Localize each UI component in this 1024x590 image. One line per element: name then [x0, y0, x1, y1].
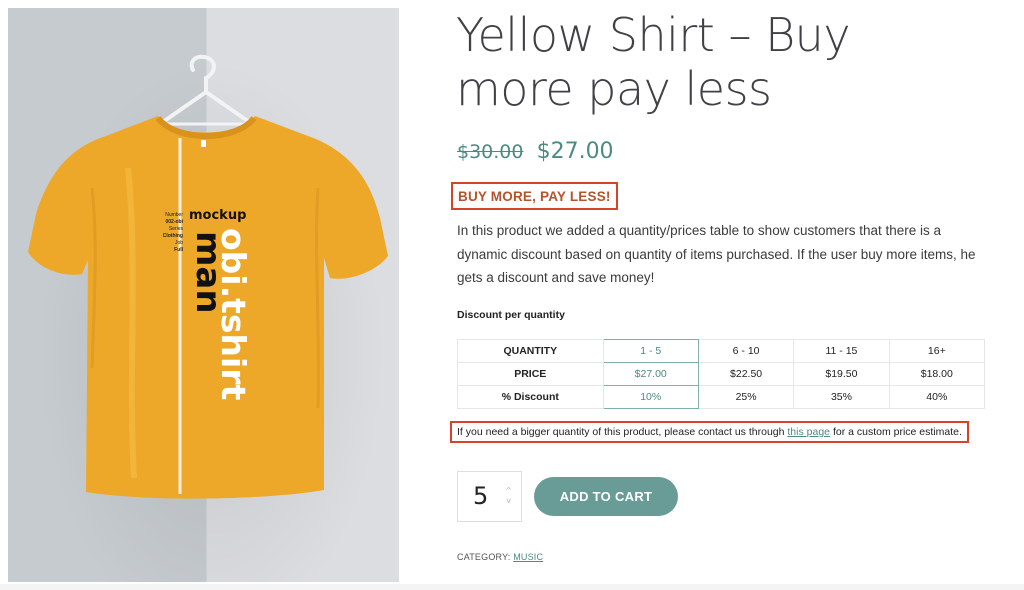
table-cell: 10% [602, 385, 699, 409]
table-cell: 11 - 15 [793, 339, 890, 363]
page-bottom-strip [0, 584, 1024, 590]
chevron-up-icon[interactable]: ^ [505, 486, 512, 496]
shirt-brand-text: obi.tshirt [214, 228, 253, 401]
table-cell: 6 - 10 [697, 339, 795, 363]
row-header: % Discount [457, 385, 604, 409]
note-text: for a custom price estimate. [832, 426, 962, 438]
shirt-mockup-text: mockup [189, 208, 247, 223]
product-image[interactable]: Number 002-obi Series Clothing Job Full … [8, 8, 399, 582]
shirt-meta-line: 002-obi [165, 219, 183, 225]
discount-table: QUANTITY 1 - 5 6 - 10 11 - 15 16+ PRICE … [457, 339, 986, 409]
product-description: In this product we added a quantity/pric… [457, 223, 976, 285]
table-cell: 40% [888, 385, 986, 409]
row-header: PRICE [457, 362, 604, 386]
shirt-meta-line: Full [174, 247, 183, 253]
quantity-stepper[interactable]: 5 ^ v [457, 471, 522, 522]
chevron-down-icon[interactable]: v [505, 496, 512, 506]
table-cell: $22.50 [697, 362, 795, 386]
note-text: If you need a bigger quantity of this pr… [457, 426, 785, 438]
table-row: QUANTITY 1 - 5 6 - 10 11 - 15 16+ [457, 339, 986, 363]
table-cell: 35% [793, 385, 890, 409]
shirt-meta-line: Job [174, 240, 183, 246]
category-link[interactable]: MUSIC [513, 552, 543, 562]
category-label: CATEGORY: [457, 552, 511, 562]
regular-price: $30.00 [457, 141, 524, 163]
bulk-quantity-note: If you need a bigger quantity of this pr… [450, 421, 969, 443]
table-cell: 1 - 5 [602, 339, 699, 363]
shirt-meta-text: Number 002-obi Series Clothing Job Full [151, 212, 183, 254]
table-cell: 16+ [888, 339, 986, 363]
spinner-arrows[interactable]: ^ v [505, 486, 512, 506]
table-cell: $19.50 [793, 362, 890, 386]
contact-page-link[interactable]: this page [787, 426, 830, 438]
shirt-meta-line: Series [168, 226, 183, 232]
hanger-icon [158, 54, 254, 126]
product-title: Yellow Shirt – Buy more pay less [456, 8, 976, 116]
sale-price: $27.00 [536, 139, 614, 164]
price-block: $30.00 $27.00 [457, 139, 614, 164]
promo-callout: BUY MORE, PAY LESS! [451, 182, 618, 210]
discount-table-title: Discount per quantity [457, 309, 565, 321]
table-cell: $18.00 [888, 362, 986, 386]
quantity-value[interactable]: 5 [473, 482, 488, 510]
product-title-line: Yellow Shirt – Buy [456, 8, 851, 62]
row-header: QUANTITY [457, 339, 604, 363]
table-cell: $27.00 [602, 362, 699, 386]
add-to-cart-button[interactable]: ADD TO CART [534, 477, 678, 516]
tag-icon [201, 140, 206, 147]
shirt-meta-line: Clothing [162, 233, 183, 239]
product-title-line: more pay less [456, 62, 772, 116]
shirt-meta-line: Number [165, 212, 183, 218]
product-meta: CATEGORY: MUSIC [457, 552, 543, 562]
table-cell: 25% [697, 385, 795, 409]
table-row: PRICE $27.00 $22.50 $19.50 $18.00 [457, 362, 986, 386]
table-row: % Discount 10% 25% 35% 40% [457, 385, 986, 409]
